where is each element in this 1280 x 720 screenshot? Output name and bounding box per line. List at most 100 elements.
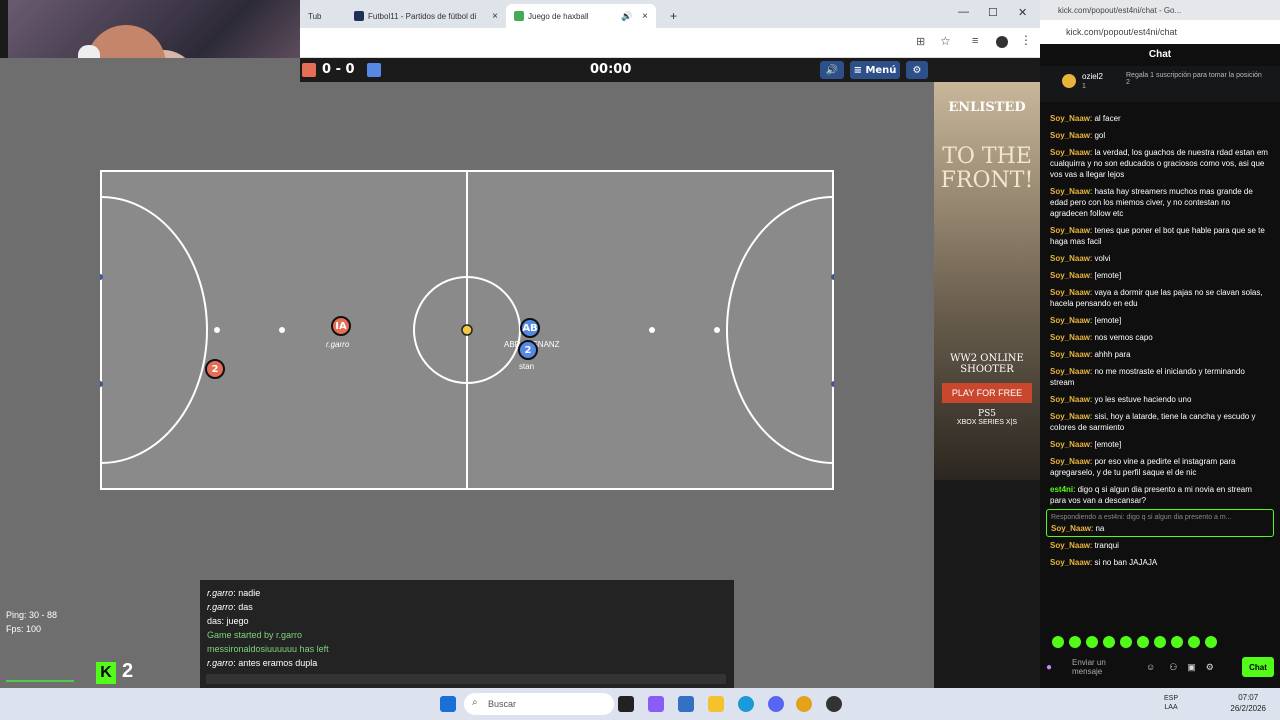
chat-username[interactable]: Soy_Naaw: [1050, 226, 1090, 235]
chat-message[interactable]: Soy_Naaw: sisi, hoy a latarde, tiene la …: [1040, 408, 1280, 436]
emote-icon[interactable]: [1137, 636, 1149, 648]
chat-message[interactable]: Soy_Naaw: ahhh para: [1040, 346, 1280, 363]
close-icon[interactable]: ×: [642, 11, 656, 22]
chat-user: r.garro: [207, 588, 234, 598]
more-options-icon[interactable]: ⋮: [1020, 33, 1032, 47]
copilot-icon[interactable]: [648, 696, 664, 712]
chat-username[interactable]: est4ni: [1050, 485, 1073, 494]
kick-url[interactable]: kick.com/popout/est4ni/chat: [1040, 20, 1280, 44]
gift-icon[interactable]: ▣: [1187, 662, 1196, 673]
chat-username[interactable]: Soy_Naaw: [1050, 271, 1090, 280]
emote-icon[interactable]: [1154, 636, 1166, 648]
new-tab-button[interactable]: +: [662, 4, 677, 28]
chat-username[interactable]: Soy_Naaw: [1050, 131, 1090, 140]
emote-icon[interactable]: [1103, 636, 1115, 648]
chat-input[interactable]: Enviar un mensaje: [1072, 658, 1132, 676]
clock-date: 26/2/2026: [1230, 704, 1266, 713]
menu-button[interactable]: ≡ Menú: [850, 61, 900, 79]
chat-username[interactable]: Soy_Naaw: [1050, 114, 1090, 123]
taskbar-search[interactable]: ⌕ Buscar: [464, 693, 614, 715]
minimize-icon[interactable]: —: [958, 6, 969, 18]
star-icon[interactable]: ☆: [940, 34, 951, 48]
discord-icon[interactable]: [768, 696, 784, 712]
chat-message[interactable]: Soy_Naaw: no me mostraste el iniciando y…: [1040, 363, 1280, 391]
chat-username[interactable]: Soy_Naaw: [1050, 440, 1090, 449]
folder-icon[interactable]: [708, 696, 724, 712]
chat-message[interactable]: Soy_Naaw: la verdad, los guachos de nues…: [1040, 144, 1280, 183]
store-icon[interactable]: [678, 696, 694, 712]
chat-message[interactable]: Soy_Naaw: por eso vine a pedirte el inst…: [1040, 453, 1280, 481]
chat-message[interactable]: Soy_Naaw: al facer: [1040, 110, 1280, 127]
emote-icon[interactable]: [1069, 636, 1081, 648]
translate-icon[interactable]: ⊞: [916, 35, 925, 48]
chat-text: [emote]: [1094, 271, 1122, 280]
chat-message[interactable]: Soy_Naaw: gol: [1040, 127, 1280, 144]
chat-message[interactable]: Soy_Naaw: [emote]: [1040, 267, 1280, 284]
epic-games-icon[interactable]: [618, 696, 634, 712]
tab-youtube[interactable]: Tub: [300, 4, 344, 28]
speaker-icon[interactable]: 🔊: [621, 11, 632, 22]
close-window-icon[interactable]: ✕: [1018, 6, 1027, 19]
chat-username[interactable]: Soy_Naaw: [1050, 350, 1090, 359]
windows-start-icon[interactable]: [440, 696, 456, 712]
chat-username[interactable]: Soy_Naaw: [1050, 288, 1090, 297]
playlist-icon[interactable]: ≡: [972, 35, 978, 47]
users-icon[interactable]: ⚇: [1169, 662, 1177, 673]
close-icon[interactable]: ×: [492, 11, 506, 22]
emote-icon[interactable]: [1205, 636, 1217, 648]
app-icon[interactable]: [826, 696, 842, 712]
emote-icon[interactable]: [1120, 636, 1132, 648]
edge-icon[interactable]: [738, 696, 754, 712]
fps-readout: Fps: 100: [6, 624, 42, 634]
emote-icon[interactable]: [1171, 636, 1183, 648]
chat-message[interactable]: Soy_Naaw: [emote]: [1040, 436, 1280, 453]
profile-avatar[interactable]: [996, 36, 1008, 48]
emote-icon[interactable]: [1052, 636, 1064, 648]
chat-message[interactable]: Soy_Naaw: yo les estuve haciendo uno: [1040, 391, 1280, 408]
chat-message[interactable]: Soy_Naaw: tranqui: [1040, 537, 1280, 554]
maximize-icon[interactable]: ☐: [988, 6, 998, 19]
chat-username[interactable]: Soy_Naaw: [1050, 541, 1090, 550]
ad-play-button[interactable]: PLAY FOR FREE: [942, 383, 1032, 403]
chat-username[interactable]: Soy_Naaw: [1050, 367, 1090, 376]
address-bar[interactable]: ⊞ ☆ ≡ ⋮: [300, 28, 1040, 58]
chat-message[interactable]: Soy_Naaw: vaya a dormir que las pajas no…: [1040, 284, 1280, 312]
chat-message[interactable]: Respondiendo a est4ni: digo q si algun d…: [1046, 509, 1274, 537]
chat-username[interactable]: Soy_Naaw: [1050, 412, 1090, 421]
chat-username[interactable]: Soy_Naaw: [1050, 333, 1090, 342]
game-chat-input[interactable]: [206, 674, 726, 684]
chat-message[interactable]: Soy_Naaw: volvi: [1040, 250, 1280, 267]
chat-username[interactable]: Soy_Naaw: [1050, 254, 1090, 263]
language-indicator[interactable]: ESP LAA: [1164, 694, 1178, 712]
tab-futbol11[interactable]: Futbol11 - Partidos de fútbol di ×: [346, 4, 506, 28]
chat-message[interactable]: Soy_Naaw: hasta hay streamers muchos mas…: [1040, 183, 1280, 222]
emote-icon[interactable]: [1188, 636, 1200, 648]
chat-username[interactable]: Soy_Naaw: [1050, 316, 1090, 325]
taskbar-clock[interactable]: 07:07 26/2/2026: [1230, 692, 1266, 714]
chat-username[interactable]: Soy_Naaw: [1050, 187, 1090, 196]
chat-username[interactable]: Soy_Naaw: [1050, 457, 1090, 466]
chat-message[interactable]: est4ni: digo q si algun dia presento a m…: [1040, 481, 1280, 509]
sub-text: Regala 1 suscripción para tomar la posic…: [1126, 72, 1262, 86]
chrome-icon[interactable]: [796, 696, 812, 712]
chat-message[interactable]: Soy_Naaw: si no ban JAJAJA: [1040, 554, 1280, 571]
chat-message[interactable]: Soy_Naaw: nos vemos capo: [1040, 329, 1280, 346]
ball: [461, 324, 473, 336]
advertisement[interactable]: ENLISTED TO THE FRONT! WW2 ONLINE SHOOTE…: [934, 82, 1040, 480]
chat-username[interactable]: Soy_Naaw: [1050, 395, 1090, 404]
emoji-icon[interactable]: ☺: [1146, 662, 1155, 672]
chat-username[interactable]: Soy_Naaw: [1051, 524, 1091, 533]
player-red-ia: IA: [331, 316, 351, 336]
settings-gear-icon[interactable]: ⚙: [906, 61, 928, 79]
mic-icon[interactable]: ●: [1046, 662, 1058, 673]
tab-haxball[interactable]: Juego de haxball 🔊 ×: [506, 4, 656, 28]
emote-icon[interactable]: [1086, 636, 1098, 648]
chat-message[interactable]: Soy_Naaw: tenes que poner el bot que hab…: [1040, 222, 1280, 250]
settings-icon[interactable]: ⚙: [1206, 662, 1214, 673]
chat-username[interactable]: Soy_Naaw: [1050, 148, 1090, 157]
clock-time: 07:07: [1238, 693, 1259, 702]
chat-message[interactable]: Soy_Naaw: [emote]: [1040, 312, 1280, 329]
send-chat-button[interactable]: Chat: [1242, 657, 1274, 677]
sound-toggle-icon[interactable]: 🔊: [820, 61, 844, 79]
chat-username[interactable]: Soy_Naaw: [1050, 558, 1090, 567]
